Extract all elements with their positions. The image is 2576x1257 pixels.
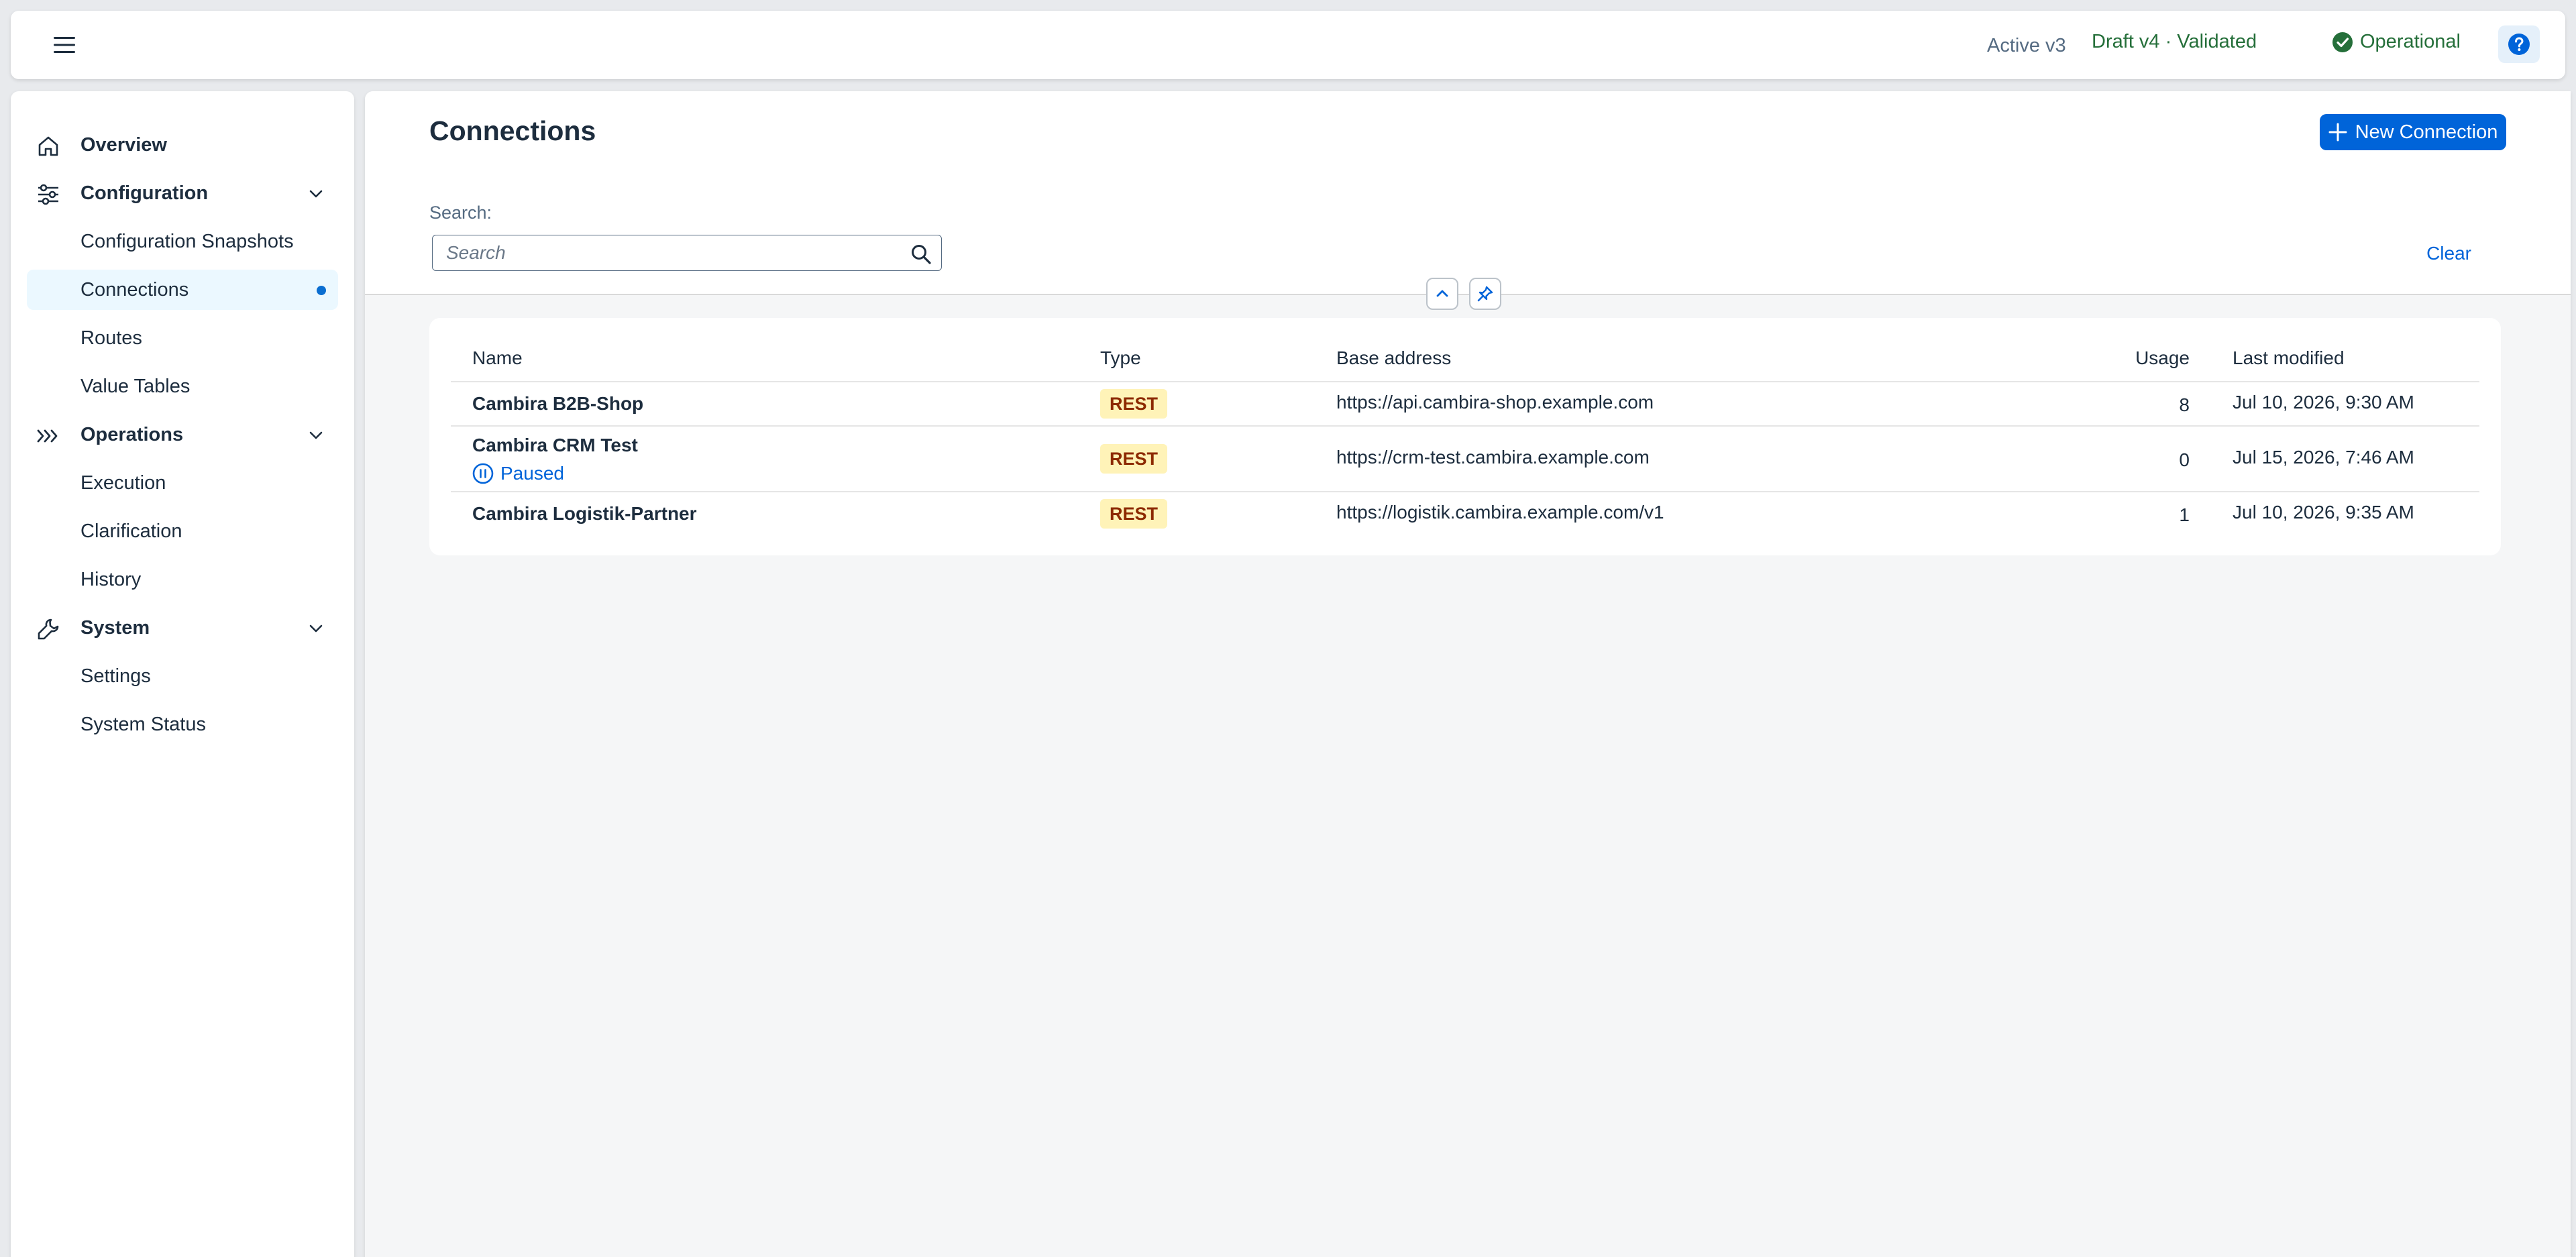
side-navigation: Overview Configuration Configuration Sna…	[11, 91, 354, 1257]
column-header-name[interactable]: Name	[472, 347, 523, 369]
nav-clarification[interactable]: Clarification	[27, 511, 338, 551]
menu-button[interactable]	[43, 31, 86, 59]
chevron-up-icon	[1436, 290, 1448, 297]
column-header-base-address[interactable]: Base address	[1336, 347, 1451, 369]
nav-settings[interactable]: Settings	[27, 656, 338, 696]
nav-label: Settings	[80, 665, 151, 687]
nav-value-tables[interactable]: Value Tables	[27, 366, 338, 406]
nav-system[interactable]: System	[27, 608, 338, 648]
nav-operations-label: Operations	[80, 423, 184, 445]
type-badge: REST	[1100, 499, 1168, 529]
sliders-icon	[38, 184, 58, 205]
draft-version[interactable]: Draft v4 · Validated	[2092, 31, 2257, 53]
clear-button[interactable]: Clear	[2426, 243, 2471, 264]
nav-configuration[interactable]: Configuration	[27, 173, 338, 213]
nav-configuration-label: Configuration	[80, 182, 209, 204]
table-row[interactable]: Cambira CRM Test Paused REST https://crm…	[451, 427, 2479, 492]
pin-header-button[interactable]	[1469, 278, 1501, 310]
check-circle-icon	[2332, 32, 2353, 52]
nav-operations[interactable]: Operations	[27, 415, 338, 455]
page-title: Connections	[429, 115, 596, 146]
nav-history[interactable]: History	[27, 559, 338, 600]
nav-connections[interactable]: Connections	[27, 270, 338, 310]
nav-configuration-snapshots[interactable]: Configuration Snapshots	[27, 221, 338, 262]
search-label: Search:	[429, 203, 492, 223]
hamburger-icon	[54, 37, 75, 53]
last-modified: Jul 15, 2026, 7:46 AM	[2233, 447, 2414, 468]
nav-label: Value Tables	[80, 375, 191, 397]
selected-indicator	[317, 286, 326, 295]
usage-count: 8	[2179, 394, 2190, 415]
nav-label: Clarification	[80, 520, 182, 542]
search-icon[interactable]	[910, 243, 932, 265]
nav-execution[interactable]: Execution	[27, 463, 338, 503]
base-address: https://logistik.cambira.example.com/v1	[1336, 502, 1664, 523]
pin-icon	[1477, 286, 1493, 302]
wrench-icon	[38, 618, 59, 640]
type-badge: REST	[1100, 444, 1168, 474]
page-header: Connections New Connection Search: Clear	[365, 91, 2571, 295]
connection-name: Cambira B2B-Shop	[472, 393, 644, 414]
collapse-header-button[interactable]	[1426, 278, 1458, 310]
nav-overview-label: Overview	[80, 133, 167, 156]
column-header-last-modified[interactable]: Last modified	[2233, 347, 2345, 369]
nav-label: Execution	[80, 472, 166, 494]
question-icon	[2508, 34, 2530, 55]
pause-circle-icon	[472, 463, 494, 484]
nav-label: Connections	[80, 278, 189, 300]
new-connection-label: New Connection	[2355, 121, 2498, 143]
type-badge: REST	[1100, 389, 1168, 419]
table-row[interactable]: Cambira B2B-Shop REST https://api.cambir…	[451, 382, 2479, 427]
column-header-type[interactable]: Type	[1100, 347, 1141, 369]
search-field[interactable]	[432, 235, 942, 271]
header-toggle-buttons	[1426, 278, 1501, 310]
nav-routes[interactable]: Routes	[27, 318, 338, 358]
new-connection-button[interactable]: New Connection	[2320, 114, 2506, 150]
connections-table: Name Type Base address Usage Last modifi…	[429, 318, 2501, 555]
usage-count: 0	[2179, 449, 2190, 470]
column-header-usage[interactable]: Usage	[2135, 347, 2190, 369]
base-address: https://api.cambira-shop.example.com	[1336, 392, 1654, 413]
shell-bar: Active v3 Draft v4 · Validated Operation…	[11, 11, 2565, 79]
chevron-down-icon[interactable]	[307, 185, 325, 203]
connection-name: Cambira Logistik-Partner	[472, 503, 697, 524]
table-row[interactable]: Cambira Logistik-Partner REST https://lo…	[451, 492, 2479, 537]
help-button[interactable]	[2498, 25, 2540, 63]
nav-label: Configuration Snapshots	[80, 230, 294, 252]
nav-system-status[interactable]: System Status	[27, 704, 338, 745]
operational-status[interactable]: Operational	[2332, 31, 2461, 53]
connection-name: Cambira CRM Test	[472, 435, 638, 455]
nav-label: System Status	[80, 713, 206, 735]
main-content: Connections New Connection Search: Clear	[365, 91, 2571, 1257]
home-icon	[38, 136, 58, 156]
nav-label: History	[80, 568, 142, 590]
last-modified: Jul 10, 2026, 9:35 AM	[2233, 502, 2414, 523]
table-header-row: Name Type Base address Usage Last modifi…	[451, 318, 2479, 382]
chevron-down-icon[interactable]	[307, 427, 325, 444]
usage-count: 1	[2179, 504, 2190, 525]
double-chevron-right-icon	[37, 429, 58, 443]
plus-icon	[2328, 123, 2347, 142]
nav-label: Routes	[80, 327, 142, 349]
nav-system-label: System	[80, 616, 150, 639]
chevron-down-icon[interactable]	[307, 620, 325, 637]
active-version: Active v3	[1987, 35, 2066, 56]
base-address: https://crm-test.cambira.example.com	[1336, 447, 1650, 468]
operational-label: Operational	[2360, 31, 2461, 52]
paused-status: Paused	[472, 463, 564, 484]
paused-label: Paused	[500, 463, 564, 484]
nav-overview[interactable]: Overview	[27, 125, 338, 165]
last-modified: Jul 10, 2026, 9:30 AM	[2233, 392, 2414, 413]
search-input[interactable]	[433, 237, 889, 269]
